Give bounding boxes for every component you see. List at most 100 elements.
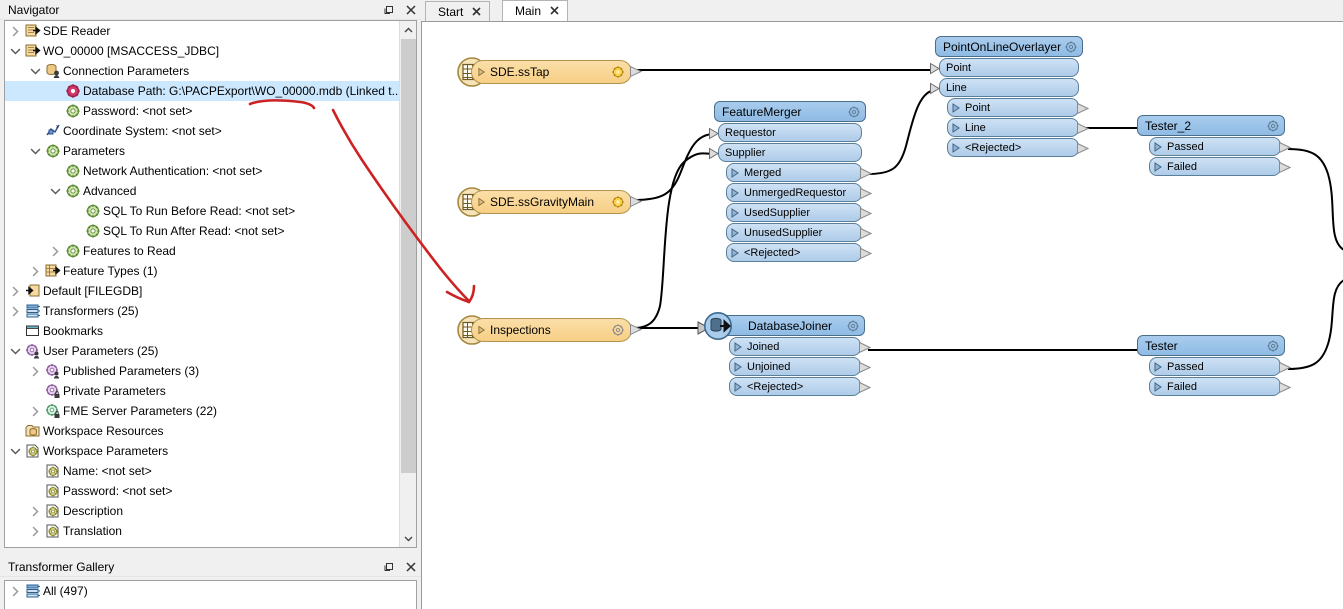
transformer-node[interactable]: DatabaseJoiner Joined Unjoined <Rejected> xyxy=(704,312,872,396)
tab-start[interactable]: Start xyxy=(425,1,491,21)
navigator-item-row[interactable]: Parameters xyxy=(5,141,399,161)
output-port[interactable]: UnmergedRequestor xyxy=(726,183,873,202)
chevron-right-icon[interactable] xyxy=(27,361,43,381)
output-connector-nub[interactable] xyxy=(859,381,872,397)
output-connector-nub[interactable] xyxy=(1077,142,1090,158)
transformer-node[interactable]: PointOnLineOverlayer Point Line Point Line <R… xyxy=(930,36,1090,157)
gear-icon[interactable] xyxy=(1266,119,1280,136)
navigator-close-icon[interactable] xyxy=(404,4,417,17)
navigator-item-row[interactable]: Workspace Parameters xyxy=(5,441,399,461)
output-port[interactable]: Failed xyxy=(1149,377,1292,396)
chevron-down-icon[interactable] xyxy=(27,61,43,81)
navigator-item-row[interactable]: Transformers (25) xyxy=(5,301,399,321)
output-connector-nub[interactable] xyxy=(630,323,643,339)
transformer-node-header[interactable]: Tester xyxy=(1137,335,1285,356)
output-port[interactable]: <Rejected> xyxy=(947,138,1090,157)
chevron-down-icon[interactable] xyxy=(7,341,23,361)
navigator-item-row[interactable]: x Coordinate System: <not set> xyxy=(5,121,399,141)
chevron-down-icon[interactable] xyxy=(7,41,23,61)
transformer-node[interactable]: Tester Passed Failed xyxy=(1137,335,1292,396)
navigator-restore-icon[interactable] xyxy=(382,4,395,17)
reader-node-body[interactable]: SDE.ssTap xyxy=(471,60,632,84)
output-port[interactable]: UnusedSupplier xyxy=(726,223,873,242)
tab-close-icon[interactable] xyxy=(472,6,481,18)
navigator-item-row[interactable]: Private Parameters xyxy=(5,381,399,401)
gear-yellow-icon[interactable] xyxy=(611,65,625,82)
navigator-scrollbar[interactable] xyxy=(399,21,416,547)
output-port[interactable]: Joined xyxy=(729,337,872,356)
output-port[interactable]: <Rejected> xyxy=(726,243,873,262)
navigator-item-row[interactable]: User Parameters (25) xyxy=(5,341,399,361)
output-connector-nub[interactable] xyxy=(1077,102,1090,118)
navigator-item-row[interactable]: Advanced xyxy=(5,181,399,201)
navigator-item-row[interactable]: Connection Parameters xyxy=(5,61,399,81)
gear-icon[interactable] xyxy=(846,319,860,336)
output-port[interactable]: Failed xyxy=(1149,157,1292,176)
chevron-right-icon[interactable] xyxy=(7,281,23,301)
gear-yellow-icon[interactable] xyxy=(611,195,625,212)
chevron-right-icon[interactable] xyxy=(7,581,23,601)
chevron-right-icon[interactable] xyxy=(7,21,23,41)
transformer-node-header[interactable]: PointOnLineOverlayer xyxy=(935,36,1083,57)
output-connector-nub[interactable] xyxy=(1077,122,1090,138)
chevron-down-icon[interactable] xyxy=(7,441,23,461)
navigator-item-row[interactable]: Default [FILEGDB] xyxy=(5,281,399,301)
tab-main[interactable]: Main xyxy=(502,0,569,21)
navigator-item-row[interactable]: Published Parameters (3) xyxy=(5,361,399,381)
chevron-down-icon[interactable] xyxy=(27,141,43,161)
output-connector-nub[interactable] xyxy=(1279,161,1292,177)
navigator-item-row[interactable]: Description xyxy=(5,501,399,521)
output-connector-nub[interactable] xyxy=(860,207,873,223)
output-connector-nub[interactable] xyxy=(859,361,872,377)
input-connector-nub[interactable] xyxy=(709,127,720,143)
reader-node[interactable]: SDE.ssTap xyxy=(457,57,643,87)
output-port[interactable]: Merged xyxy=(726,163,873,182)
reader-node-body[interactable]: SDE.ssGravityMain xyxy=(471,190,632,214)
output-port[interactable]: Passed xyxy=(1149,357,1292,376)
output-port[interactable]: UsedSupplier xyxy=(726,203,873,222)
output-connector-nub[interactable] xyxy=(860,247,873,263)
transformer-node-header[interactable]: Tester_2 xyxy=(1137,115,1285,136)
reader-node-body[interactable]: Inspections xyxy=(471,318,632,342)
gear-grey-icon[interactable] xyxy=(611,323,625,340)
navigator-item-row[interactable]: Feature Types (1) xyxy=(5,261,399,281)
navigator-item-row[interactable]: Password: <not set> xyxy=(5,481,399,501)
input-connector-nub[interactable] xyxy=(930,62,941,78)
navigator-item-row[interactable]: SDE Reader xyxy=(5,21,399,41)
navigator-item-row[interactable]: Password: <not set> xyxy=(5,101,399,121)
navigator-scroll-thumb[interactable] xyxy=(401,39,416,473)
gear-icon[interactable] xyxy=(847,105,861,122)
gallery-close-icon[interactable] xyxy=(404,561,417,574)
output-port[interactable]: Line xyxy=(947,118,1090,137)
input-connector-nub[interactable] xyxy=(709,147,720,163)
chevron-right-icon[interactable] xyxy=(27,521,43,541)
output-port[interactable]: Passed xyxy=(1149,137,1292,156)
output-connector-nub[interactable] xyxy=(1279,141,1292,157)
gear-icon[interactable] xyxy=(1064,40,1078,57)
output-connector-nub[interactable] xyxy=(860,167,873,183)
input-port[interactable]: Line xyxy=(930,78,1079,97)
transformer-node[interactable]: Tester_2 Passed Failed xyxy=(1137,115,1292,176)
chevron-right-icon[interactable] xyxy=(7,301,23,321)
navigator-item-row[interactable]: FME Server Parameters (22) xyxy=(5,401,399,421)
workspace-canvas[interactable]: SDE.ssTap SDE.ssGravityMain Inspections Poi… xyxy=(421,21,1343,609)
navigator-item-row[interactable]: Features to Read xyxy=(5,241,399,261)
navigator-item-row[interactable]: Translation xyxy=(5,521,399,541)
input-connector-nub[interactable] xyxy=(930,82,941,98)
navigator-item-row[interactable]: SQL To Run Before Read: <not set> xyxy=(5,201,399,221)
output-port[interactable]: Point xyxy=(947,98,1090,117)
output-connector-nub[interactable] xyxy=(1279,361,1292,377)
reader-node[interactable]: SDE.ssGravityMain xyxy=(457,187,643,217)
navigator-item-row[interactable]: WO_00000 [MSACCESS_JDBC] xyxy=(5,41,399,61)
output-connector-nub[interactable] xyxy=(1279,381,1292,397)
output-connector-nub[interactable] xyxy=(630,65,643,81)
chevron-right-icon[interactable] xyxy=(27,401,43,421)
tab-close-icon[interactable] xyxy=(550,5,559,17)
scroll-up-icon[interactable] xyxy=(400,21,416,38)
navigator-item-row[interactable]: Bookmarks xyxy=(5,321,399,341)
navigator-item-row[interactable]: Name: <not set> xyxy=(5,461,399,481)
output-port[interactable]: Unjoined xyxy=(729,357,872,376)
input-port[interactable]: Supplier xyxy=(709,143,862,162)
output-connector-nub[interactable] xyxy=(860,187,873,203)
chevron-down-icon[interactable] xyxy=(47,181,63,201)
